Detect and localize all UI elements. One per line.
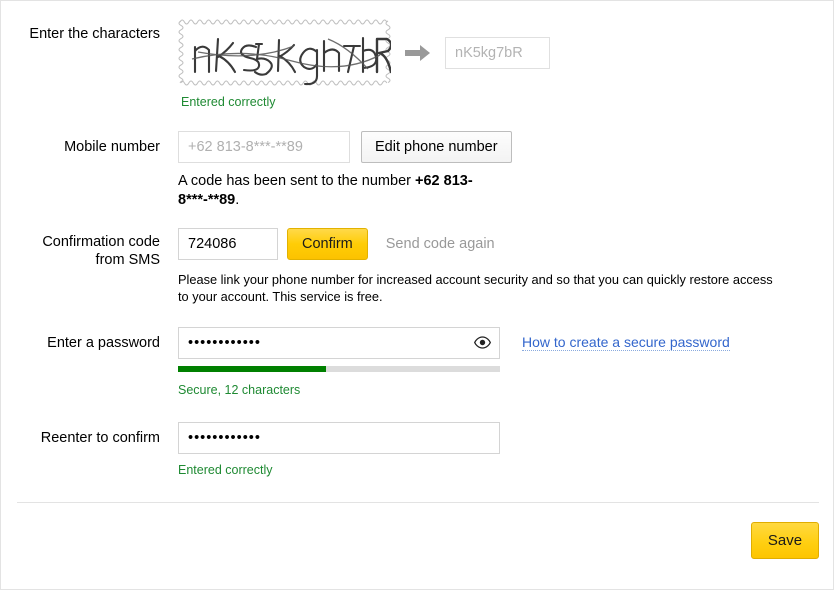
confirm-password-row: Reenter to confirm Entered correctly [1,422,833,477]
sms-hint-text: Please link your phone number for increa… [178,272,773,304]
captcha-label: Enter the characters [29,26,160,42]
confirm-password-status: Entered correctly [178,463,273,477]
footer: Save [1,522,819,559]
password-help: How to create a secure password [522,327,730,352]
captcha-row: Enter the characters nK5kg7bR Entered co… [1,1,833,109]
confirm-password-input[interactable] [178,422,500,454]
code-sent-note-prefix: A code has been sent to the number [178,173,415,189]
captcha-image[interactable] [178,19,391,86]
password-row: Enter a password •••••••••••• Secure, 12… [1,327,833,397]
settings-form: Enter the characters nK5kg7bR Entered co… [1,1,833,477]
footer-divider [17,502,819,503]
password-strength-meter [178,366,500,372]
sms-code-input[interactable] [178,228,278,260]
send-code-again-link[interactable]: Send code again [386,236,495,252]
eye-icon[interactable] [473,336,492,349]
code-sent-note-suffix: . [235,192,240,208]
sms-code-label-line1: Confirmation code [42,234,160,250]
captcha-input[interactable] [445,36,550,69]
captcha-image-svg [178,19,391,86]
secure-password-help-link[interactable]: How to create a secure password [522,334,730,351]
code-sent-note: A code has been sent to the number +62 8… [178,172,483,210]
password-strength-meter-fill [178,366,327,372]
save-button[interactable]: Save [751,522,819,559]
confirm-password-field: Entered correctly [178,422,833,477]
arrow-right-icon [405,44,431,62]
sms-code-label: Confirmation code from SMS [15,233,160,269]
mobile-number-label: Mobile number [64,139,160,155]
password-input[interactable] [178,327,500,359]
password-strength-text: Secure, 12 characters [178,383,301,397]
captcha-status: Entered correctly [181,95,276,109]
confirm-button[interactable]: Confirm [287,228,368,260]
sms-code-row: Confirmation code from SMS Confirm Send … [1,228,833,305]
sms-code-label-line2: from SMS [95,252,160,268]
password-label: Enter a password [47,335,160,351]
password-field: Secure, 12 characters How to create a se… [178,327,833,397]
mobile-number-input[interactable] [178,131,350,163]
captcha-field: Entered correctly [178,7,833,109]
account-security-form-page: Enter the characters nK5kg7bR Entered co… [0,0,834,590]
confirm-password-label: Reenter to confirm [40,430,160,446]
mobile-number-field: Edit phone number A code has been sent t… [178,131,833,210]
sms-code-field: Confirm Send code again Please link your… [178,228,833,305]
edit-phone-number-button[interactable]: Edit phone number [361,131,512,163]
mobile-number-row: Mobile number Edit phone number A code h… [1,131,833,210]
